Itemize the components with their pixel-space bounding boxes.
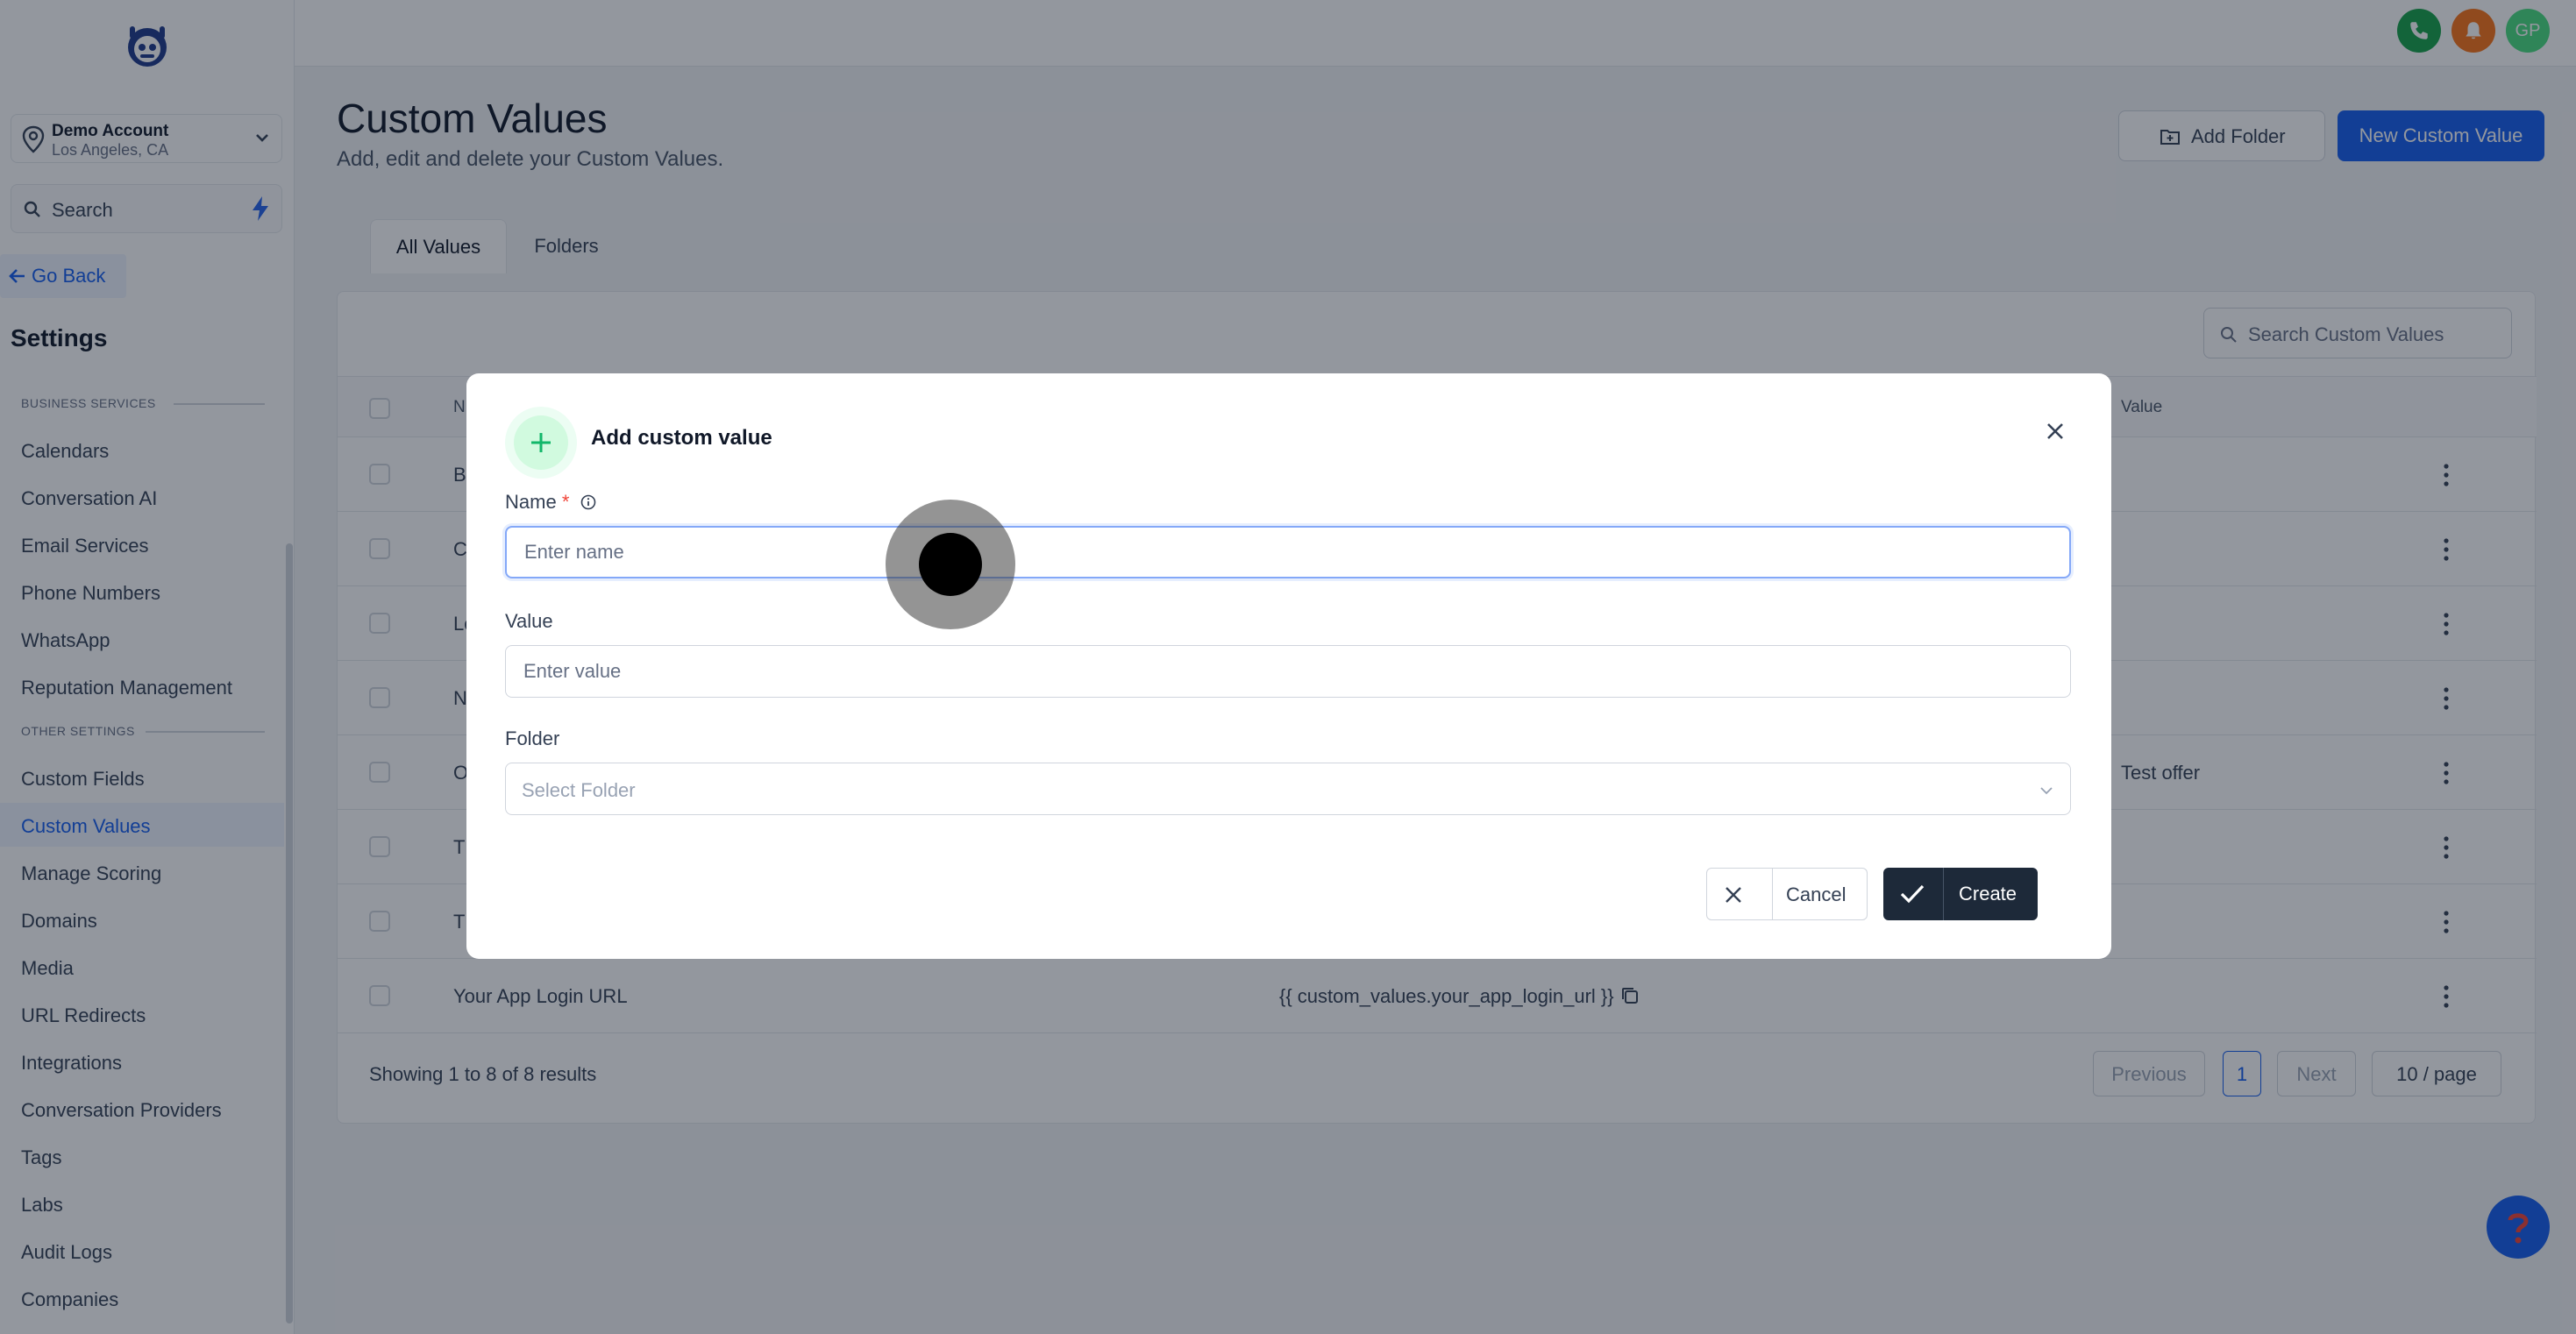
value-field-label: Value bbox=[505, 610, 553, 632]
modal-icon-badge bbox=[505, 407, 577, 479]
check-icon bbox=[1900, 884, 1925, 904]
modal-title: Add custom value bbox=[591, 426, 772, 450]
close-icon bbox=[1726, 887, 1741, 903]
plus-icon bbox=[531, 433, 551, 452]
add-custom-value-modal: Add custom value Name * Value Folder Sel… bbox=[466, 373, 2111, 959]
required-indicator: * bbox=[561, 491, 570, 513]
cursor-pointer bbox=[919, 533, 982, 596]
chevron-down-icon bbox=[2040, 787, 2053, 795]
name-input[interactable] bbox=[505, 526, 2071, 578]
value-input[interactable] bbox=[505, 645, 2071, 698]
cancel-button[interactable]: Cancel bbox=[1706, 868, 1868, 920]
info-icon[interactable] bbox=[580, 494, 596, 510]
name-field-label: Name * bbox=[505, 491, 596, 514]
create-label: Create bbox=[1959, 883, 2017, 905]
close-icon[interactable] bbox=[2045, 421, 2066, 442]
cancel-label: Cancel bbox=[1786, 883, 1847, 905]
create-button[interactable]: Create bbox=[1883, 868, 2038, 920]
folder-select[interactable]: Select Folder bbox=[505, 763, 2071, 815]
folder-field-label: Folder bbox=[505, 727, 560, 749]
folder-select-placeholder: Select Folder bbox=[522, 779, 636, 801]
